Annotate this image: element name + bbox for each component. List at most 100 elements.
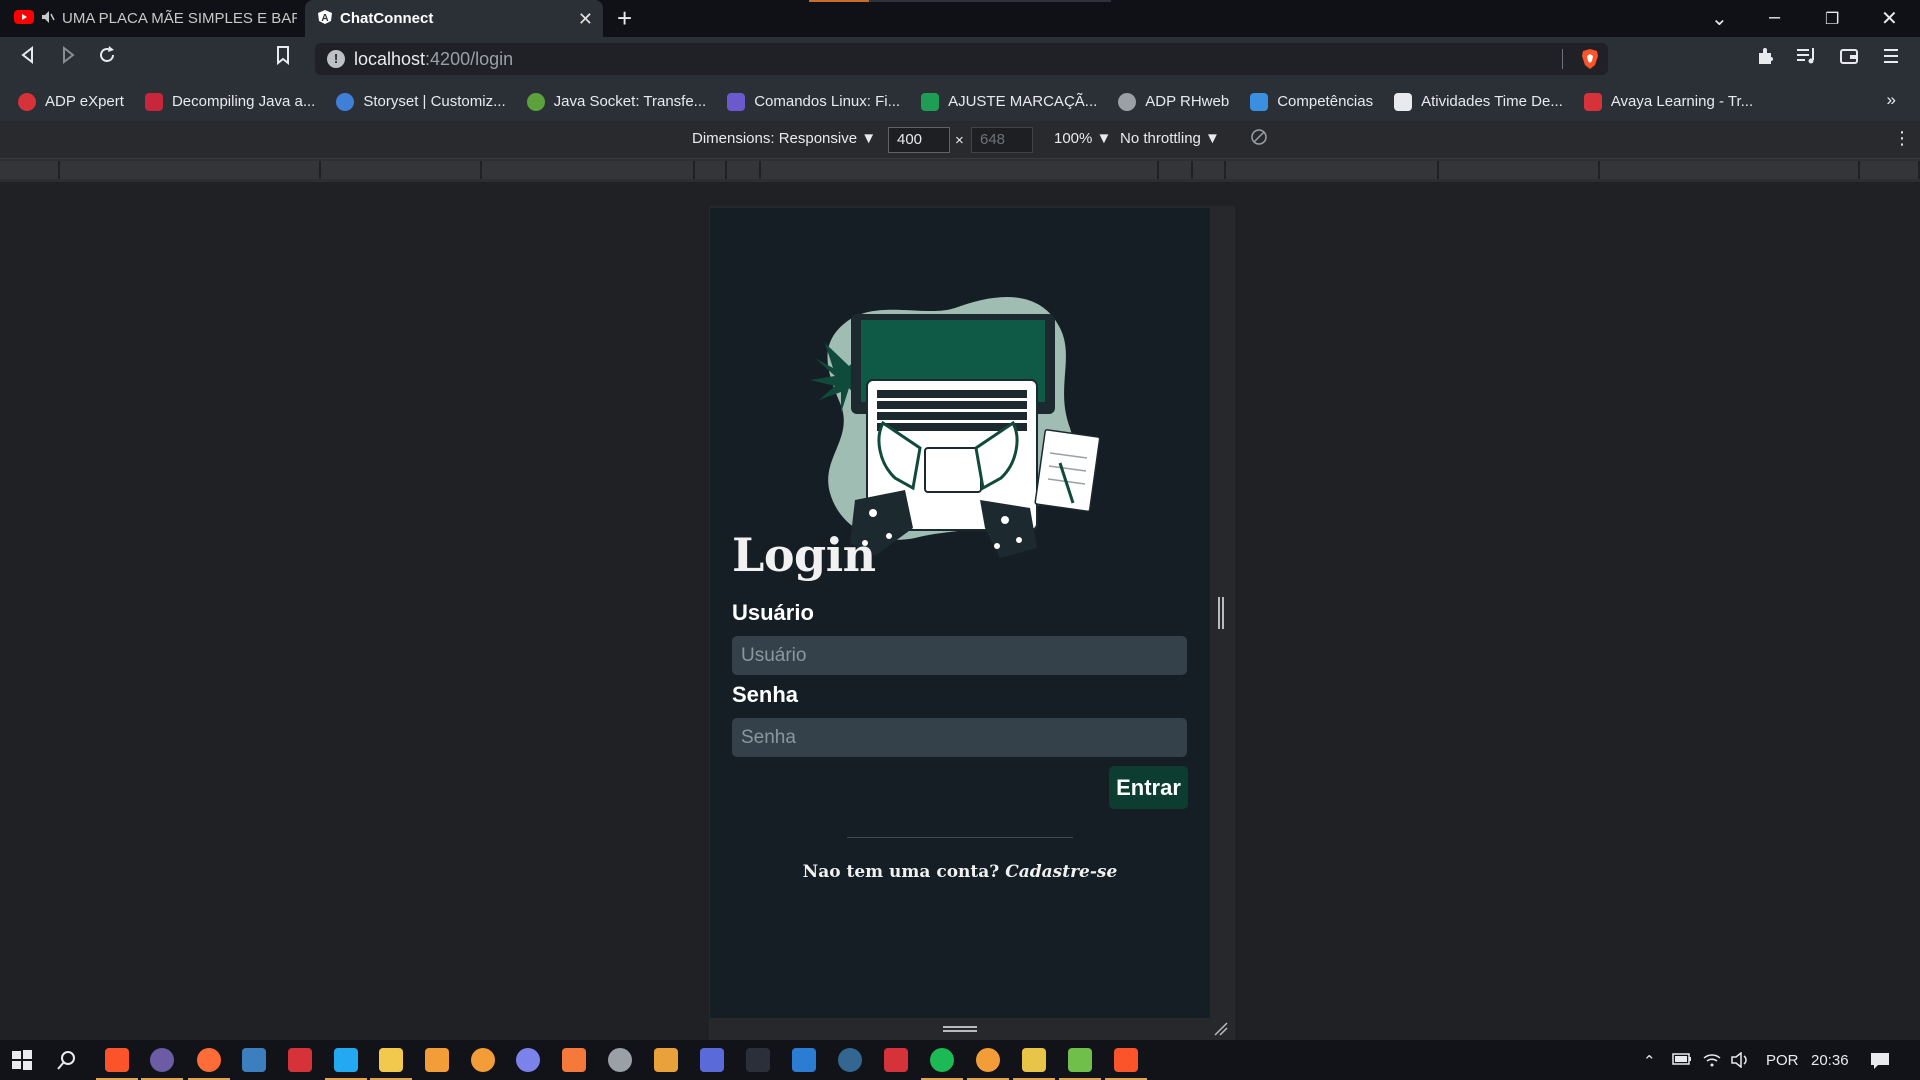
brave-shields-icon[interactable] xyxy=(1580,48,1600,75)
username-input[interactable] xyxy=(732,636,1187,675)
language-indicator[interactable]: POR xyxy=(1766,1052,1799,1069)
media-playlist-icon[interactable] xyxy=(1796,46,1818,72)
minimize-button[interactable]: – xyxy=(1769,6,1780,29)
tab-youtube[interactable]: UMA PLACA MÃE SIMPLES E BARATA xyxy=(14,0,297,37)
signup-link[interactable]: Cadastre-se xyxy=(1005,862,1117,882)
wallet-icon[interactable] xyxy=(1839,46,1859,72)
bookmark-avaya[interactable]: Avaya Learning - Tr... xyxy=(1583,92,1753,111)
menu-icon[interactable] xyxy=(1883,46,1899,72)
bookmark-competencias[interactable]: Competências xyxy=(1250,92,1373,111)
url-text[interactable]: localhost:4200/login xyxy=(354,49,513,70)
viewport-width-resize-handle[interactable] xyxy=(1218,597,1224,629)
new-tab-button[interactable]: + xyxy=(617,3,632,34)
ruler-segment[interactable] xyxy=(0,161,60,179)
tray-chevron-icon[interactable]: ⌃ xyxy=(1643,1052,1656,1070)
file-explorer-icon[interactable] xyxy=(379,1048,403,1072)
battery-icon[interactable] xyxy=(1672,1052,1692,1070)
ruler-segment[interactable] xyxy=(1600,161,1860,179)
speaker-muted-icon[interactable] xyxy=(41,10,55,28)
bookmark-decompiling-java[interactable]: Decompiling Java a... xyxy=(144,92,315,111)
spotify-icon[interactable] xyxy=(930,1048,954,1072)
cloud-icon xyxy=(1250,92,1269,111)
windows-start-icon[interactable] xyxy=(10,1048,34,1072)
bookmark-java-socket[interactable]: Java Socket: Transfe... xyxy=(526,92,706,111)
login-button[interactable]: Entrar xyxy=(1109,766,1188,809)
corner-resize-icon[interactable] xyxy=(1213,1021,1229,1042)
github-desktop-icon[interactable] xyxy=(608,1048,632,1072)
address-bar[interactable]: ! localhost:4200/login xyxy=(315,43,1608,75)
media-query-ruler xyxy=(0,158,1920,182)
times-symbol: × xyxy=(955,132,964,149)
rotate-disabled-icon[interactable] xyxy=(1250,128,1268,150)
search-icon[interactable] xyxy=(55,1048,79,1072)
address-separator xyxy=(1562,49,1563,69)
more-options-icon[interactable]: ⋮ xyxy=(1893,128,1911,149)
windows-taskbar: ⌃ POR 20:36 xyxy=(0,1040,1920,1080)
git-app-icon[interactable] xyxy=(1022,1048,1046,1072)
ruler-segment[interactable] xyxy=(1159,161,1193,179)
bookmark-adp-expert[interactable]: ADP eXpert xyxy=(18,92,124,111)
zoom-dropdown[interactable]: 100% ▼ xyxy=(1054,130,1111,147)
mysql-workbench-icon[interactable] xyxy=(242,1048,266,1072)
restore-button[interactable]: ❐ xyxy=(1825,9,1839,29)
volume-icon[interactable] xyxy=(1731,1051,1751,1072)
notepad-plus-icon[interactable] xyxy=(1068,1048,1092,1072)
teams-icon[interactable] xyxy=(516,1048,540,1072)
shield-app-icon[interactable] xyxy=(288,1048,312,1072)
more-bookmarks-button[interactable]: » xyxy=(1887,90,1896,110)
ruler-segment[interactable] xyxy=(727,161,761,179)
ruler-segment[interactable] xyxy=(1226,161,1439,179)
xampp-icon[interactable] xyxy=(562,1048,586,1072)
ruler-segment[interactable] xyxy=(60,161,321,179)
reload-icon xyxy=(100,46,114,62)
ruler-segment[interactable] xyxy=(482,161,695,179)
wifi-icon[interactable] xyxy=(1703,1052,1721,1072)
sourcetree-icon[interactable] xyxy=(471,1048,495,1072)
close-tab-icon[interactable]: ✕ xyxy=(578,9,593,30)
rider-icon[interactable] xyxy=(746,1048,770,1072)
site-info-icon[interactable]: ! xyxy=(327,50,345,68)
java-icon xyxy=(526,92,545,111)
clock[interactable]: 20:36 xyxy=(1811,1052,1849,1069)
loading-track xyxy=(869,0,1111,2)
ruler-segment[interactable] xyxy=(321,161,482,179)
ruler-segment[interactable] xyxy=(1439,161,1600,179)
password-input[interactable] xyxy=(732,718,1187,757)
postgresql-icon[interactable] xyxy=(838,1048,862,1072)
brave-browser-icon[interactable] xyxy=(105,1048,129,1072)
bookmark-storyset[interactable]: Storyset | Customiz... xyxy=(336,92,506,111)
bookmark-comandos-linux[interactable]: Comandos Linux: Fi... xyxy=(727,92,900,111)
bookmark-page-button[interactable] xyxy=(275,45,291,71)
ruler-segment[interactable] xyxy=(1193,161,1226,179)
reload-button[interactable] xyxy=(97,45,117,71)
tab-search-chevron-icon[interactable]: ⌄ xyxy=(1711,6,1728,31)
sublime-icon[interactable] xyxy=(425,1048,449,1072)
tab-chatconnect[interactable]: A ChatConnect ✕ xyxy=(305,0,603,37)
notifications-icon[interactable] xyxy=(1870,1052,1890,1074)
viewport-height-resize-handle[interactable] xyxy=(943,1026,977,1032)
brave-browser-2-icon[interactable] xyxy=(1114,1048,1138,1072)
close-window-button[interactable]: ✕ xyxy=(1881,6,1898,31)
bookmark-ajuste-marcacao[interactable]: AJUSTE MARCAÇÃ... xyxy=(921,92,1097,111)
width-input[interactable]: 400 xyxy=(888,127,950,153)
network-app-icon[interactable] xyxy=(792,1048,816,1072)
back-button[interactable] xyxy=(18,45,38,71)
youtube-icon xyxy=(14,9,34,28)
sql-developer-icon[interactable] xyxy=(654,1048,678,1072)
eclipse-icon[interactable] xyxy=(150,1048,174,1072)
ruler-segment[interactable] xyxy=(695,161,727,179)
height-input[interactable]: 648 xyxy=(971,127,1033,153)
throttling-dropdown[interactable]: No throttling ▼ xyxy=(1120,130,1220,147)
extensions-icon[interactable] xyxy=(1755,46,1775,72)
remote-desktop-icon[interactable] xyxy=(700,1048,724,1072)
vscode-icon[interactable] xyxy=(334,1048,358,1072)
anydesk-icon[interactable] xyxy=(884,1048,908,1072)
forward-button[interactable] xyxy=(58,45,78,71)
bookmark-atividades[interactable]: Atividades Time De... xyxy=(1394,92,1563,111)
ruler-segment[interactable] xyxy=(761,161,1159,179)
ruler-segment[interactable] xyxy=(1860,161,1920,179)
bookmark-adp-rhweb[interactable]: ADP RHweb xyxy=(1118,92,1229,111)
postman-icon[interactable] xyxy=(197,1048,221,1072)
sourcetree-2-icon[interactable] xyxy=(976,1048,1000,1072)
dimensions-dropdown[interactable]: Dimensions: Responsive ▼ xyxy=(692,130,876,147)
